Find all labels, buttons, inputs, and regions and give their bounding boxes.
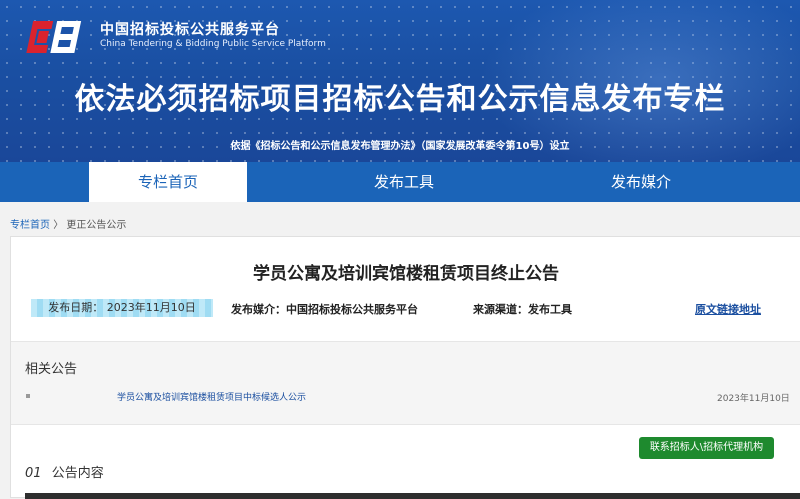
section-title: 公告内容: [51, 466, 104, 481]
section-number: 01: [25, 466, 42, 481]
tab-publish-tool[interactable]: 发布工具: [325, 162, 483, 202]
breadcrumb-home-link[interactable]: 专栏首页: [10, 220, 50, 231]
breadcrumb: 专栏首页 〉 更正公告公示: [10, 216, 126, 231]
site-name-en: China Tendering & Bidding Public Service…: [100, 39, 326, 49]
original-link[interactable]: 原文链接地址: [695, 301, 761, 317]
site-name-cn: 中国招标投标公共服务平台: [100, 22, 280, 38]
related-notices: 相关公告 学员公寓及培训宾馆楼租赁项目中标候选人公示 2023年11月10日: [11, 341, 800, 425]
tab-home[interactable]: 专栏首页: [89, 162, 247, 202]
publish-date: 发布日期： 2023年11月10日: [31, 299, 213, 317]
breadcrumb-current: 更正公告公示: [66, 220, 127, 231]
site-header: 中国招标投标公共服务平台 China Tendering & Bidding P…: [0, 0, 800, 162]
breadcrumb-separator: 〉: [53, 220, 64, 231]
bullet-icon: [26, 394, 30, 398]
tab-publish-media[interactable]: 发布媒介: [562, 162, 720, 202]
related-notice-date: 2023年11月10日: [717, 394, 790, 404]
main-nav: 专栏首页 发布工具 发布媒介: [0, 162, 800, 202]
notice-card: 学员公寓及培训宾馆楼租赁项目终止公告 发布日期： 2023年11月10日 发布媒…: [10, 236, 800, 499]
section-heading: 01 公告内容: [25, 462, 104, 481]
publish-media: 发布媒介：中国招标投标公共服务平台: [231, 303, 418, 316]
page-title: 依法必须招标项目招标公告和公示信息发布专栏: [74, 82, 726, 117]
contact-tenderer-button[interactable]: 联系招标人\招标代理机构: [639, 437, 774, 459]
related-heading: 相关公告: [25, 362, 78, 377]
notice-title: 学员公寓及培训宾馆楼租赁项目终止公告: [253, 264, 559, 284]
related-notice-link[interactable]: 学员公寓及培训宾馆楼租赁项目中标候选人公示: [117, 390, 306, 403]
page-subtitle: 依据《招标公告和公示信息发布管理办法》（国家发展改革委令第10号）设立: [230, 141, 570, 152]
platform-logo-icon[interactable]: [20, 17, 90, 57]
section-content-bar: [25, 493, 800, 499]
source-channel: 来源渠道：发布工具: [473, 303, 572, 316]
